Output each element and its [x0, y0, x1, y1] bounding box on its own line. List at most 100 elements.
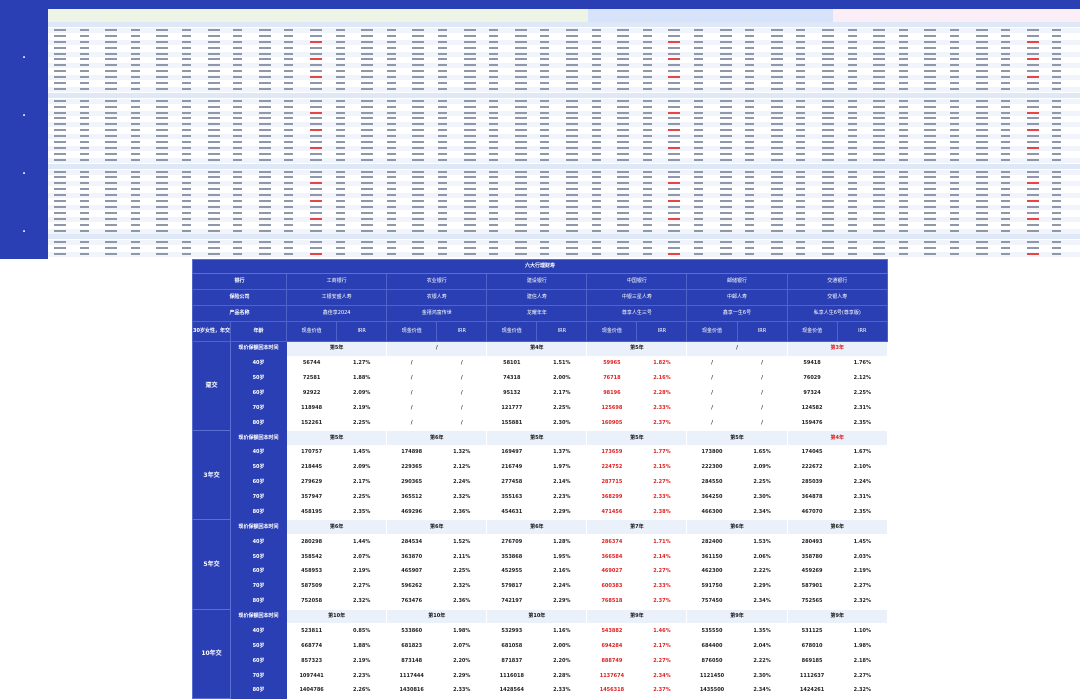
overview-cell: [822, 28, 834, 31]
overview-cell: [489, 111, 499, 114]
overview-cell: [412, 135, 425, 138]
overview-row: [48, 128, 1080, 133]
overview-cell: [514, 170, 527, 173]
cash-value-cell: 363870: [386, 549, 438, 565]
overview-cell: [847, 188, 857, 191]
overview-cell: [130, 158, 140, 161]
age-cell: 60岁: [230, 474, 288, 491]
payment-term-label: 10年交: [191, 608, 232, 699]
overview-cell: [770, 111, 783, 114]
cash-value-cell: 282400: [686, 534, 738, 551]
overview-cell: [514, 141, 527, 143]
overview-cell: [540, 129, 550, 132]
overview-cell: [591, 223, 601, 226]
overview-cell: [258, 182, 271, 185]
overview-cell: [694, 253, 703, 256]
overview-cell: [898, 40, 908, 43]
overview-cell: [335, 253, 345, 256]
overview-cell: [770, 217, 783, 220]
irr-cell: /: [736, 400, 788, 417]
overview-cell: [950, 52, 959, 55]
overview-cell: [130, 70, 140, 73]
overview-cell: [233, 211, 243, 214]
overview-cell: [54, 141, 66, 143]
overview-cell: [182, 217, 191, 220]
overview-cell: [361, 176, 374, 179]
overview-cell: [284, 253, 294, 256]
overview-cell: [489, 200, 499, 202]
overview-cell: [566, 176, 578, 179]
overview-cell: [975, 46, 988, 49]
overview-cell: [1026, 64, 1039, 67]
overview-cell: [258, 152, 271, 155]
overview-cell: [438, 129, 447, 132]
overview-cell: [591, 241, 601, 244]
cash-value-cell: 72581: [286, 370, 338, 387]
cash-value-cell: 173800: [686, 444, 738, 461]
overview-cell: [668, 211, 681, 214]
overview-cell: [105, 135, 118, 138]
overview-cell: [310, 34, 322, 37]
overview-cell: [463, 205, 476, 208]
cash-value-cell: 587509: [286, 578, 338, 595]
overview-cell: [438, 217, 447, 220]
overview-cell: [489, 241, 499, 244]
overview-cell: [463, 158, 476, 161]
overview-cell: [1001, 194, 1011, 197]
irr-cell: 2.07%: [436, 638, 488, 655]
breakeven-year: 第6年: [486, 519, 588, 536]
overview-cell: [617, 200, 630, 202]
overview-cell: [1026, 28, 1039, 31]
overview-cell: [668, 99, 681, 102]
overview-cell: [796, 129, 806, 132]
overview-cell: [130, 111, 140, 114]
breakeven-label: 现价保额回本时间: [230, 340, 288, 357]
overview-cell: [642, 129, 652, 132]
cash-value-header: 现金价值: [486, 320, 538, 342]
overview-cell: [873, 247, 886, 250]
overview-cell: [1026, 223, 1039, 226]
overview-cell: [540, 99, 550, 102]
overview-cell: [822, 52, 834, 55]
overview-cell: [642, 211, 652, 214]
overview-cell: [489, 146, 499, 149]
overview-cell: [258, 253, 271, 256]
overview-cell: [591, 135, 601, 138]
overview-cell: [898, 28, 908, 31]
irr-header: IRR: [336, 320, 388, 342]
overview-cell: [617, 247, 630, 250]
overview-cell: [668, 34, 681, 37]
overview-cell: [642, 135, 652, 138]
overview-cell: [642, 82, 652, 84]
overview-cell: [694, 194, 703, 197]
irr-cell: 1.76%: [836, 355, 889, 372]
overview-cell: [182, 152, 191, 155]
cash-value-cell: 876050: [686, 653, 738, 670]
overview-cell: [182, 211, 191, 214]
cash-value-cell: 668774: [286, 638, 338, 655]
overview-cell: [642, 46, 652, 49]
overview-cell: [950, 170, 959, 173]
overview-cell: [719, 70, 732, 73]
irr-cell: 2.29%: [536, 504, 588, 521]
overview-cell: [975, 217, 988, 220]
overview-cell: [694, 146, 703, 149]
overview-cell: [463, 111, 476, 114]
overview-cell: [105, 58, 118, 61]
product-name: 私享人生6号(尊享版): [786, 304, 889, 322]
overview-cell: [668, 152, 681, 155]
overview-cell: [284, 229, 294, 232]
overview-cell: [182, 188, 191, 191]
overview-cell: [591, 46, 601, 49]
overview-cell: [694, 58, 703, 61]
overview-cell: [873, 123, 886, 126]
overview-cell: [617, 40, 630, 43]
overview-cell: [847, 194, 857, 197]
overview-cell: [79, 146, 89, 149]
irr-cell: 2.38%: [636, 504, 688, 521]
overview-cell: [898, 58, 908, 61]
overview-cell: [156, 28, 169, 31]
irr-cell: 1.10%: [836, 623, 889, 640]
overview-cell: [233, 223, 243, 226]
overview-cell: [694, 141, 703, 143]
